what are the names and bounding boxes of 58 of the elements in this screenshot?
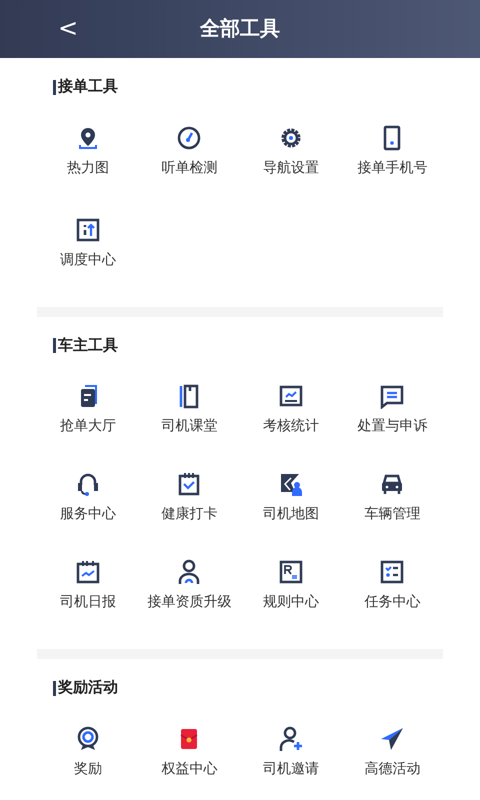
tool-label: 司机日报: [60, 592, 116, 611]
tool-label: 司机课堂: [161, 416, 218, 435]
tool-item[interactable]: 司机日报: [37, 555, 138, 635]
tool-label: 司机邀请: [262, 758, 319, 778]
section-title: 车主工具: [58, 336, 118, 356]
tool-item[interactable]: 车辆管理: [342, 467, 443, 547]
tool-item[interactable]: 接单手机号: [342, 120, 443, 200]
tool-item[interactable]: 热力图: [37, 120, 138, 200]
tool-label: 权益中心: [161, 758, 218, 778]
tool-item[interactable]: 任务中心: [342, 555, 443, 635]
tool-label: 处置与申诉: [357, 416, 428, 435]
tool-label: 接单资质升级: [147, 592, 232, 611]
arrows-icon: [74, 216, 101, 242]
calendar-check-icon: [176, 471, 202, 497]
back-button[interactable]: <: [58, 16, 78, 40]
tool-label: 服务中心: [60, 504, 116, 523]
tool-label: 热力图: [66, 158, 109, 176]
tool-label: 奖励: [74, 758, 102, 778]
section-title: 接单工具: [58, 77, 118, 97]
tool-item[interactable]: 导航设置: [240, 120, 342, 200]
tool-item[interactable]: 调度中心: [37, 212, 138, 292]
add-person-icon: [278, 726, 304, 752]
checklist-icon: [379, 559, 406, 585]
tool-item[interactable]: 司机地图: [240, 467, 342, 547]
tool-label: 抢单大厅: [60, 416, 116, 435]
calendar-chart-icon: [74, 559, 101, 585]
tool-label: 任务中心: [364, 592, 420, 611]
tool-item[interactable]: 高德活动: [342, 722, 443, 800]
tool-item[interactable]: 健康打卡: [138, 467, 240, 547]
document-icon: [278, 559, 304, 585]
tool-item[interactable]: 权益中心: [138, 722, 240, 800]
person-icon: [176, 559, 202, 585]
tool-item[interactable]: 处置与申诉: [342, 379, 443, 459]
paper-plane-icon: [379, 726, 406, 752]
tool-label: 接单手机号: [357, 158, 428, 176]
gauge-icon: [176, 124, 202, 150]
tool-item[interactable]: 抢单大厅: [37, 379, 138, 459]
tool-item[interactable]: 服务中心: [37, 467, 138, 547]
section-title: 奖励活动: [58, 678, 118, 698]
message-icon: [379, 383, 406, 409]
tool-item[interactable]: 司机邀请: [240, 722, 342, 800]
tool-label: 规则中心: [262, 592, 319, 611]
tool-item[interactable]: 司机课堂: [138, 379, 240, 459]
tool-item[interactable]: 考核统计: [240, 379, 342, 459]
tool-label: 考核统计: [262, 416, 319, 435]
tool-label: 调度中心: [60, 250, 116, 268]
tool-label: 听单检测: [161, 158, 218, 176]
chart-icon: [278, 383, 304, 409]
tool-label: 高德活动: [364, 758, 420, 778]
tool-item[interactable]: 规则中心: [240, 555, 342, 635]
tool-item[interactable]: 听单检测: [138, 120, 240, 200]
tool-item[interactable]: 奖励: [37, 722, 138, 800]
tool-item[interactable]: 接单资质升级: [138, 555, 240, 635]
tool-label: 导航设置: [262, 158, 319, 176]
page-title: 全部工具: [200, 16, 280, 42]
tool-label: 车辆管理: [364, 504, 420, 523]
tool-label: 司机地图: [262, 504, 319, 523]
tool-label: 健康打卡: [161, 504, 218, 523]
